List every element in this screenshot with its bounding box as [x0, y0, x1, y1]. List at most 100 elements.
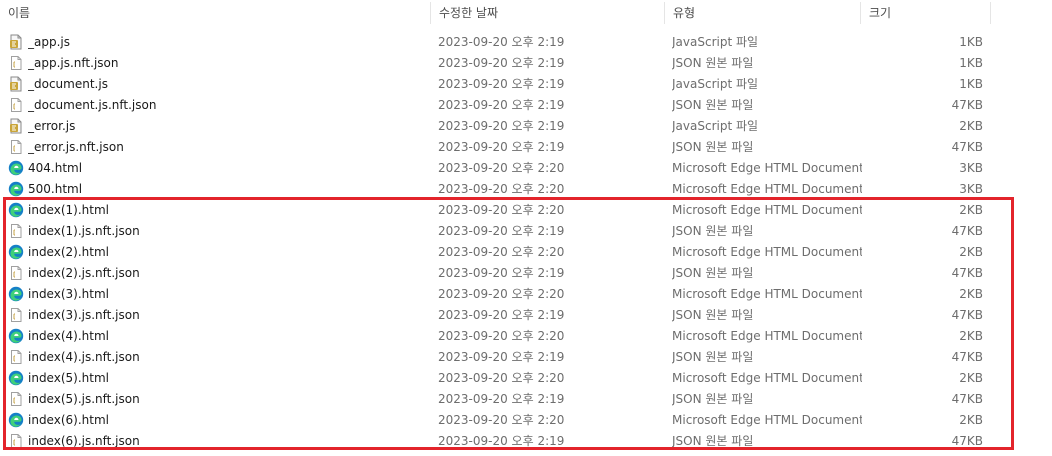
- file-name: index(6).js.nft.json: [28, 434, 140, 448]
- edge-html-icon: [8, 160, 24, 176]
- file-row[interactable]: 500.html 2023-09-20 오후 2:20 Microsoft Ed…: [0, 179, 1052, 200]
- javascript-file-icon: [8, 34, 24, 50]
- file-size: 1KB: [959, 77, 983, 91]
- column-header-name[interactable]: 이름 ^: [0, 0, 430, 26]
- file-size: 2KB: [959, 413, 983, 427]
- file-name: _document.js.nft.json: [28, 98, 157, 112]
- file-size: 47KB: [951, 98, 983, 112]
- file-type: JSON 원본 파일: [672, 140, 754, 154]
- file-name: _app.js: [28, 35, 70, 49]
- file-size: 2KB: [959, 371, 983, 385]
- file-row[interactable]: 404.html 2023-09-20 오후 2:20 Microsoft Ed…: [0, 158, 1052, 179]
- file-name: index(5).html: [28, 371, 109, 385]
- file-name: 500.html: [28, 182, 83, 196]
- file-row[interactable]: _app.js.nft.json 2023-09-20 오후 2:19 JSON…: [0, 53, 1052, 74]
- javascript-file-icon: [8, 76, 24, 92]
- file-row[interactable]: index(3).html 2023-09-20 오후 2:20 Microso…: [0, 284, 1052, 305]
- column-header-date[interactable]: 수정한 날짜: [431, 0, 664, 26]
- file-row[interactable]: index(1).html 2023-09-20 오후 2:20 Microso…: [0, 200, 1052, 221]
- file-date-modified: 2023-09-20 오후 2:19: [438, 224, 565, 238]
- json-file-icon: [8, 391, 24, 407]
- file-row[interactable]: _document.js.nft.json 2023-09-20 오후 2:19…: [0, 95, 1052, 116]
- file-date-modified: 2023-09-20 오후 2:19: [438, 266, 565, 280]
- sort-ascending-icon: ^: [212, 0, 221, 7]
- file-size: 2KB: [959, 119, 983, 133]
- file-name: _document.js: [28, 77, 108, 91]
- file-date-modified: 2023-09-20 오후 2:19: [438, 308, 565, 322]
- file-date-modified: 2023-09-20 오후 2:19: [438, 35, 565, 49]
- file-type: JSON 원본 파일: [672, 434, 754, 448]
- file-type: Microsoft Edge HTML Document: [672, 413, 862, 427]
- file-name: index(4).html: [28, 329, 109, 343]
- file-row[interactable]: index(6).js.nft.json 2023-09-20 오후 2:19 …: [0, 431, 1052, 452]
- file-row[interactable]: index(4).html 2023-09-20 오후 2:20 Microso…: [0, 326, 1052, 347]
- column-divider[interactable]: [990, 2, 991, 24]
- file-row[interactable]: index(1).js.nft.json 2023-09-20 오후 2:19 …: [0, 221, 1052, 242]
- file-date-modified: 2023-09-20 오후 2:19: [438, 350, 565, 364]
- file-date-modified: 2023-09-20 오후 2:20: [438, 371, 565, 385]
- file-type: Microsoft Edge HTML Document: [672, 371, 862, 385]
- file-row[interactable]: index(2).js.nft.json 2023-09-20 오후 2:19 …: [0, 263, 1052, 284]
- file-date-modified: 2023-09-20 오후 2:19: [438, 392, 565, 406]
- file-list: _app.js 2023-09-20 오후 2:19 JavaScript 파일…: [0, 32, 1052, 452]
- file-row[interactable]: index(3).js.nft.json 2023-09-20 오후 2:19 …: [0, 305, 1052, 326]
- file-type: Microsoft Edge HTML Document: [672, 161, 862, 175]
- edge-html-icon: [8, 412, 24, 428]
- file-date-modified: 2023-09-20 오후 2:20: [438, 161, 565, 175]
- file-date-modified: 2023-09-20 오후 2:19: [438, 434, 565, 448]
- file-type: JSON 원본 파일: [672, 392, 754, 406]
- file-date-modified: 2023-09-20 오후 2:20: [438, 182, 565, 196]
- json-file-icon: [8, 349, 24, 365]
- file-size: 47KB: [951, 350, 983, 364]
- json-file-icon: [8, 307, 24, 323]
- column-header-size-label: 크기: [869, 6, 892, 20]
- file-type: Microsoft Edge HTML Document: [672, 245, 862, 259]
- json-file-icon: [8, 433, 24, 449]
- column-header-type-label: 유형: [673, 6, 696, 20]
- file-name: index(1).html: [28, 203, 109, 217]
- file-date-modified: 2023-09-20 오후 2:20: [438, 203, 565, 217]
- file-row[interactable]: index(4).js.nft.json 2023-09-20 오후 2:19 …: [0, 347, 1052, 368]
- edge-html-icon: [8, 244, 24, 260]
- file-size: 47KB: [951, 308, 983, 322]
- file-type: JSON 원본 파일: [672, 98, 754, 112]
- file-row[interactable]: _error.js.nft.json 2023-09-20 오후 2:19 JS…: [0, 137, 1052, 158]
- json-file-icon: [8, 97, 24, 113]
- file-name: index(2).js.nft.json: [28, 266, 140, 280]
- file-name: index(6).html: [28, 413, 109, 427]
- file-date-modified: 2023-09-20 오후 2:19: [438, 98, 565, 112]
- file-name: _app.js.nft.json: [28, 56, 119, 70]
- file-size: 47KB: [951, 224, 983, 238]
- file-name: index(2).html: [28, 245, 109, 259]
- file-size: 47KB: [951, 392, 983, 406]
- file-row[interactable]: _document.js 2023-09-20 오후 2:19 JavaScri…: [0, 74, 1052, 95]
- file-type: JavaScript 파일: [672, 119, 759, 133]
- file-type: JSON 원본 파일: [672, 266, 754, 280]
- file-row[interactable]: _app.js 2023-09-20 오후 2:19 JavaScript 파일…: [0, 32, 1052, 53]
- file-date-modified: 2023-09-20 오후 2:19: [438, 77, 565, 91]
- file-date-modified: 2023-09-20 오후 2:19: [438, 119, 565, 133]
- file-row[interactable]: index(5).js.nft.json 2023-09-20 오후 2:19 …: [0, 389, 1052, 410]
- file-type: JSON 원본 파일: [672, 308, 754, 322]
- edge-html-icon: [8, 181, 24, 197]
- json-file-icon: [8, 55, 24, 71]
- file-size: 2KB: [959, 329, 983, 343]
- edge-html-icon: [8, 202, 24, 218]
- file-name: index(4).js.nft.json: [28, 350, 140, 364]
- column-header-bar: 이름 ^ 수정한 날짜 유형 크기: [0, 0, 1052, 26]
- file-name: index(5).js.nft.json: [28, 392, 140, 406]
- file-row[interactable]: index(2).html 2023-09-20 오후 2:20 Microso…: [0, 242, 1052, 263]
- file-size: 2KB: [959, 245, 983, 259]
- file-row[interactable]: index(5).html 2023-09-20 오후 2:20 Microso…: [0, 368, 1052, 389]
- file-type: Microsoft Edge HTML Document: [672, 287, 862, 301]
- file-type: JavaScript 파일: [672, 77, 759, 91]
- file-row[interactable]: index(6).html 2023-09-20 오후 2:20 Microso…: [0, 410, 1052, 431]
- file-size: 1KB: [959, 56, 983, 70]
- column-header-type[interactable]: 유형: [665, 0, 860, 26]
- file-type: JSON 원본 파일: [672, 350, 754, 364]
- column-header-size[interactable]: 크기: [861, 0, 990, 26]
- file-row[interactable]: _error.js 2023-09-20 오후 2:19 JavaScript …: [0, 116, 1052, 137]
- file-size: 3KB: [959, 182, 983, 196]
- file-size: 2KB: [959, 287, 983, 301]
- column-header-name-label: 이름: [8, 6, 31, 20]
